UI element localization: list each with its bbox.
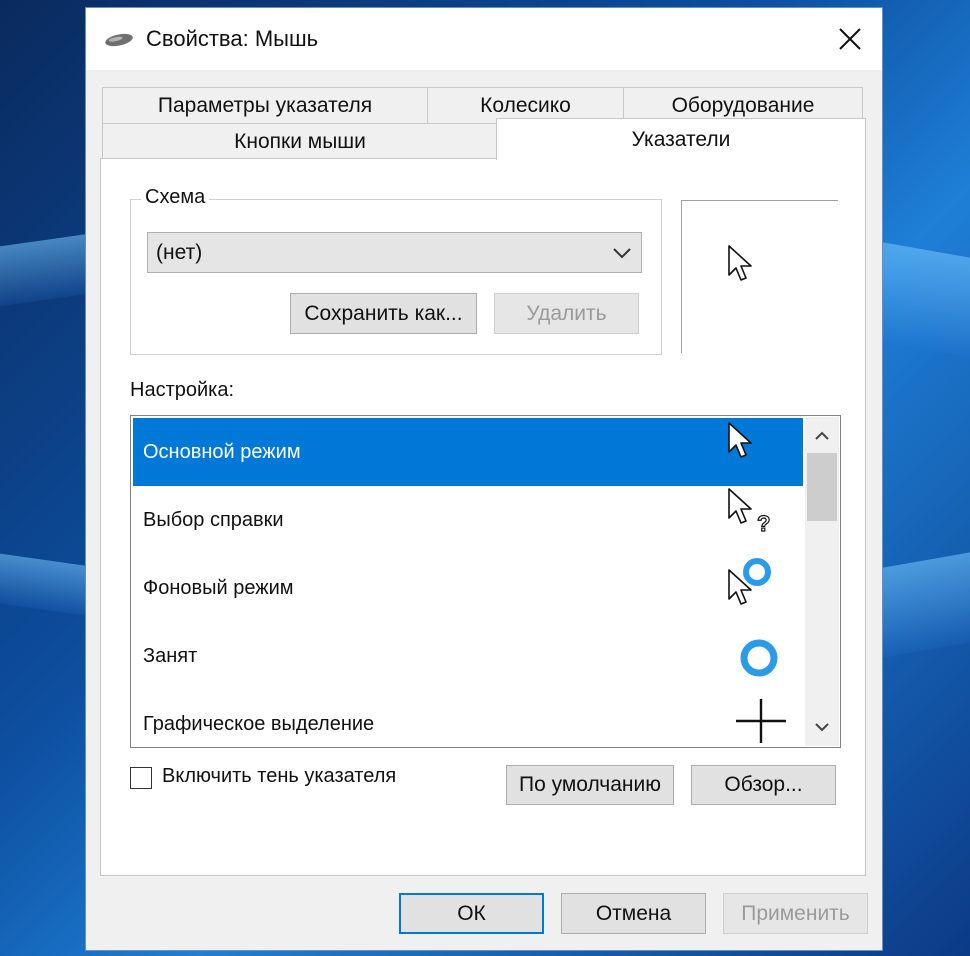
- list-item-normal-select[interactable]: Основной режим: [133, 418, 803, 486]
- cursor-list[interactable]: Основной режим Выбор справки Фоновый реж…: [130, 415, 841, 748]
- apply-button[interactable]: Применить: [723, 893, 868, 934]
- list-item-label: Фоновый режим: [143, 576, 294, 599]
- pointer-shadow-checkbox[interactable]: [130, 767, 152, 789]
- save-as-label: Сохранить как...: [304, 301, 463, 325]
- scroll-down-button[interactable]: [805, 710, 839, 744]
- list-item-busy[interactable]: Занят: [133, 622, 803, 690]
- tab-label: Параметры указателя: [157, 94, 373, 117]
- browse-button[interactable]: Обзор...: [691, 765, 836, 805]
- arrow-cursor-icon: [728, 422, 752, 458]
- chevron-down-icon: [613, 248, 631, 259]
- working-in-background-cursor-icon: [728, 558, 771, 605]
- apply-label: Применить: [741, 901, 850, 925]
- desktop-light-beam: [0, 553, 90, 617]
- window-title: Свойства: Мышь: [146, 26, 319, 51]
- ok-button[interactable]: ОК: [399, 893, 544, 934]
- list-item-label: Занят: [143, 644, 198, 667]
- scroll-up-button[interactable]: [805, 419, 839, 453]
- list-scrollbar[interactable]: [805, 417, 839, 746]
- list-item-label: Выбор справки: [143, 508, 284, 531]
- tab-buttons[interactable]: Кнопки мыши: [102, 123, 498, 160]
- pointers-tab-panel: Схема (нет) Сохранить как... Удалить Нас…: [100, 158, 866, 876]
- desktop-light-beam: [883, 552, 970, 658]
- chevron-up-icon: [815, 431, 829, 440]
- close-button[interactable]: [818, 8, 882, 70]
- cancel-label: Отмена: [595, 901, 672, 925]
- precision-select-cursor-icon: [736, 699, 786, 743]
- tab-pointer-options[interactable]: Параметры указателя: [102, 87, 428, 125]
- mouse-icon: [105, 33, 133, 47]
- list-item-working-in-background[interactable]: Фоновый режим: [133, 554, 803, 622]
- cancel-button[interactable]: Отмена: [561, 893, 706, 934]
- use-default-label: По умолчанию: [518, 773, 662, 796]
- title-bar[interactable]: Свойства: Мышь: [86, 8, 882, 70]
- help-select-cursor-icon: ?: [728, 488, 771, 534]
- tab-pointers[interactable]: Указатели: [496, 118, 866, 160]
- close-icon: [839, 28, 861, 50]
- tab-label: Кнопки мыши: [234, 129, 366, 153]
- browse-label: Обзор...: [724, 773, 803, 796]
- pointer-preview: [681, 200, 838, 353]
- delete-scheme-button[interactable]: Удалить: [494, 293, 639, 334]
- pointer-shadow-label: Включить тень указателя: [162, 765, 397, 787]
- svg-text:?: ?: [757, 511, 770, 534]
- mouse-properties-dialog: Свойства: Мышь Параметры указателя Колес…: [85, 7, 883, 951]
- list-item-label: Основной режим: [143, 440, 301, 463]
- chevron-down-icon: [815, 723, 829, 732]
- use-default-button[interactable]: По умолчанию: [506, 765, 674, 805]
- tab-label: Оборудование: [671, 94, 815, 117]
- desktop-light-beam: [0, 233, 90, 307]
- tab-label: Указатели: [631, 127, 731, 151]
- delete-label: Удалить: [526, 301, 607, 325]
- scheme-label: Схема: [141, 186, 210, 209]
- busy-cursor-icon: [740, 639, 778, 677]
- customize-label: Настройка:: [130, 379, 235, 401]
- list-item-help-select[interactable]: Выбор справки: [133, 486, 803, 554]
- scroll-thumb[interactable]: [807, 453, 837, 521]
- scheme-selected-value: (нет): [156, 240, 203, 264]
- list-item-precision-select[interactable]: Графическое выделение: [133, 690, 803, 747]
- save-as-button[interactable]: Сохранить как...: [290, 293, 477, 334]
- ok-label: ОК: [457, 901, 486, 925]
- tab-label: Колесико: [480, 94, 571, 117]
- arrow-cursor-icon: [728, 245, 752, 281]
- scheme-dropdown[interactable]: (нет): [147, 232, 642, 273]
- desktop-light-beam: [883, 242, 970, 358]
- list-item-label: Графическое выделение: [143, 712, 375, 735]
